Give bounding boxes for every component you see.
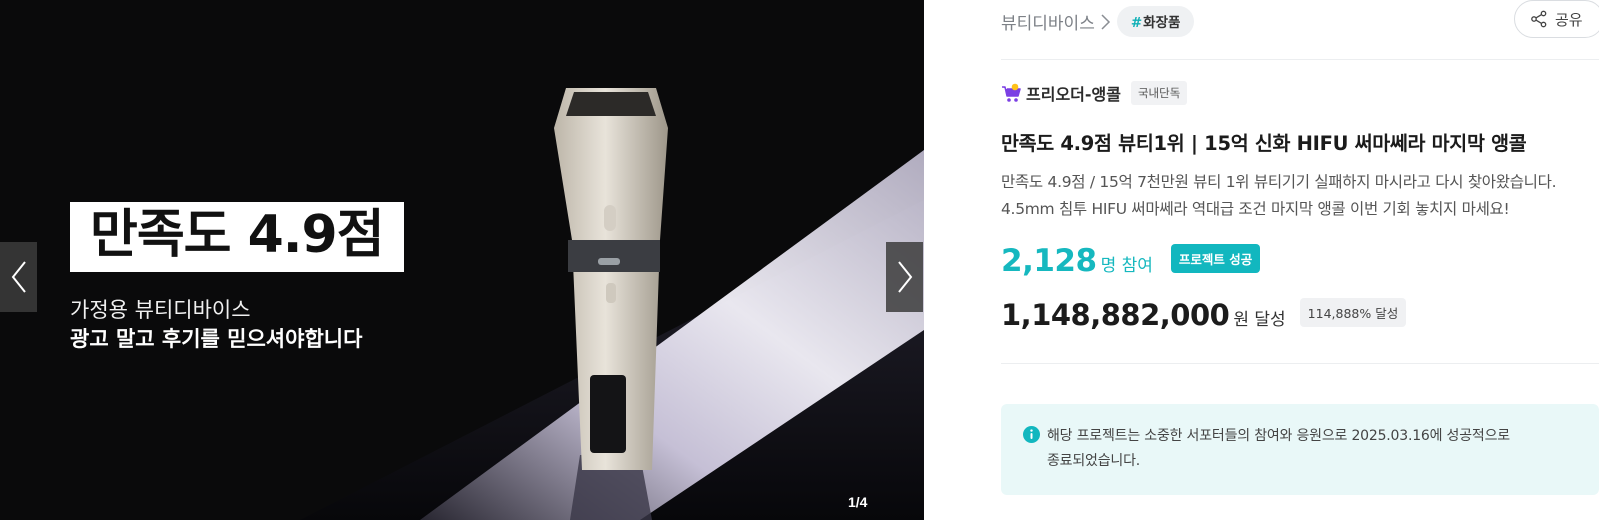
- achievement-rate-badge: 114,888% 달성: [1299, 298, 1407, 327]
- share-label: 공유: [1555, 10, 1583, 29]
- divider: [1001, 363, 1599, 364]
- supporters-unit: 명 참여: [1100, 256, 1153, 276]
- maker-name[interactable]: 프리오더-앵콜: [1026, 81, 1121, 105]
- funded-amount: 1,148,882,000: [1001, 298, 1230, 332]
- exclusive-badge: 국내단독: [1130, 81, 1188, 105]
- info-icon: [1023, 426, 1040, 443]
- project-description: 만족도 4.9점 / 15억 7천만원 뷰티 1위 뷰티기기 실패하지 마시라고…: [1001, 173, 1557, 218]
- chevron-left-icon: [11, 261, 26, 293]
- breadcrumb-category[interactable]: 뷰티디바이스: [1001, 9, 1095, 34]
- amount-row: 1,148,882,000 원 달성 114,888% 달성: [1001, 297, 1407, 333]
- share-icon: [1531, 10, 1547, 28]
- hero-headline-badge: 만족도 4.9점: [70, 202, 404, 272]
- project-info-panel: 뷰티디바이스 #화장품 공유 프리오더-앵콜 국내단독 만족도 4.9점 뷰티1…: [1001, 0, 1599, 520]
- image-carousel: 만족도 4.9점 가정용 뷰티디바이스 광고 말고 후기를 믿으셔야합니다 1/…: [0, 0, 924, 520]
- notice-text: 해당 프로젝트는 소중한 서포터들의 참여와 응원으로 2025.03.16에 …: [1047, 428, 1510, 469]
- category-tag[interactable]: #화장품: [1116, 6, 1195, 37]
- carousel-page-indicator: 1/4: [848, 494, 868, 510]
- project-title: 만족도 4.9점 뷰티1위 | 15억 신화 HIFU 써마쎄라 마지막 앵콜: [1001, 132, 1527, 155]
- tag-label: 화장품: [1143, 15, 1181, 31]
- hero-copy: 만족도 4.9점 가정용 뷰티디바이스 광고 말고 후기를 믿으셔야합니다: [70, 202, 404, 354]
- hero-subheadline: 가정용 뷰티디바이스: [70, 298, 251, 322]
- cart-icon: [1002, 83, 1021, 102]
- chevron-right-icon: [1101, 13, 1110, 30]
- supporters-row: 2,128 명 참여 프로젝트 성공: [1001, 243, 1261, 279]
- carousel-next-button[interactable]: [886, 242, 923, 312]
- supporters-count: 2,128: [1001, 243, 1097, 279]
- status-badge: 프로젝트 성공: [1170, 244, 1261, 273]
- divider: [1001, 59, 1599, 60]
- project-page: 만족도 4.9점 가정용 뷰티디바이스 광고 말고 후기를 믿으셔야합니다 1/…: [0, 0, 1599, 520]
- carousel-prev-button[interactable]: [0, 242, 37, 312]
- amount-unit: 원 달성: [1233, 310, 1286, 330]
- share-button[interactable]: 공유: [1514, 0, 1599, 38]
- hero-subheadline-strong: 광고 말고 후기를 믿으셔야합니다: [70, 327, 363, 351]
- completion-notice: 해당 프로젝트는 소중한 서포터들의 참여와 응원으로 2025.03.16에 …: [1001, 404, 1599, 495]
- breadcrumb: 뷰티디바이스 #화장품: [1001, 6, 1195, 37]
- maker-row: 프리오더-앵콜 국내단독: [1001, 81, 1188, 105]
- chevron-right-icon: [897, 261, 912, 293]
- tag-hash: #: [1130, 15, 1143, 31]
